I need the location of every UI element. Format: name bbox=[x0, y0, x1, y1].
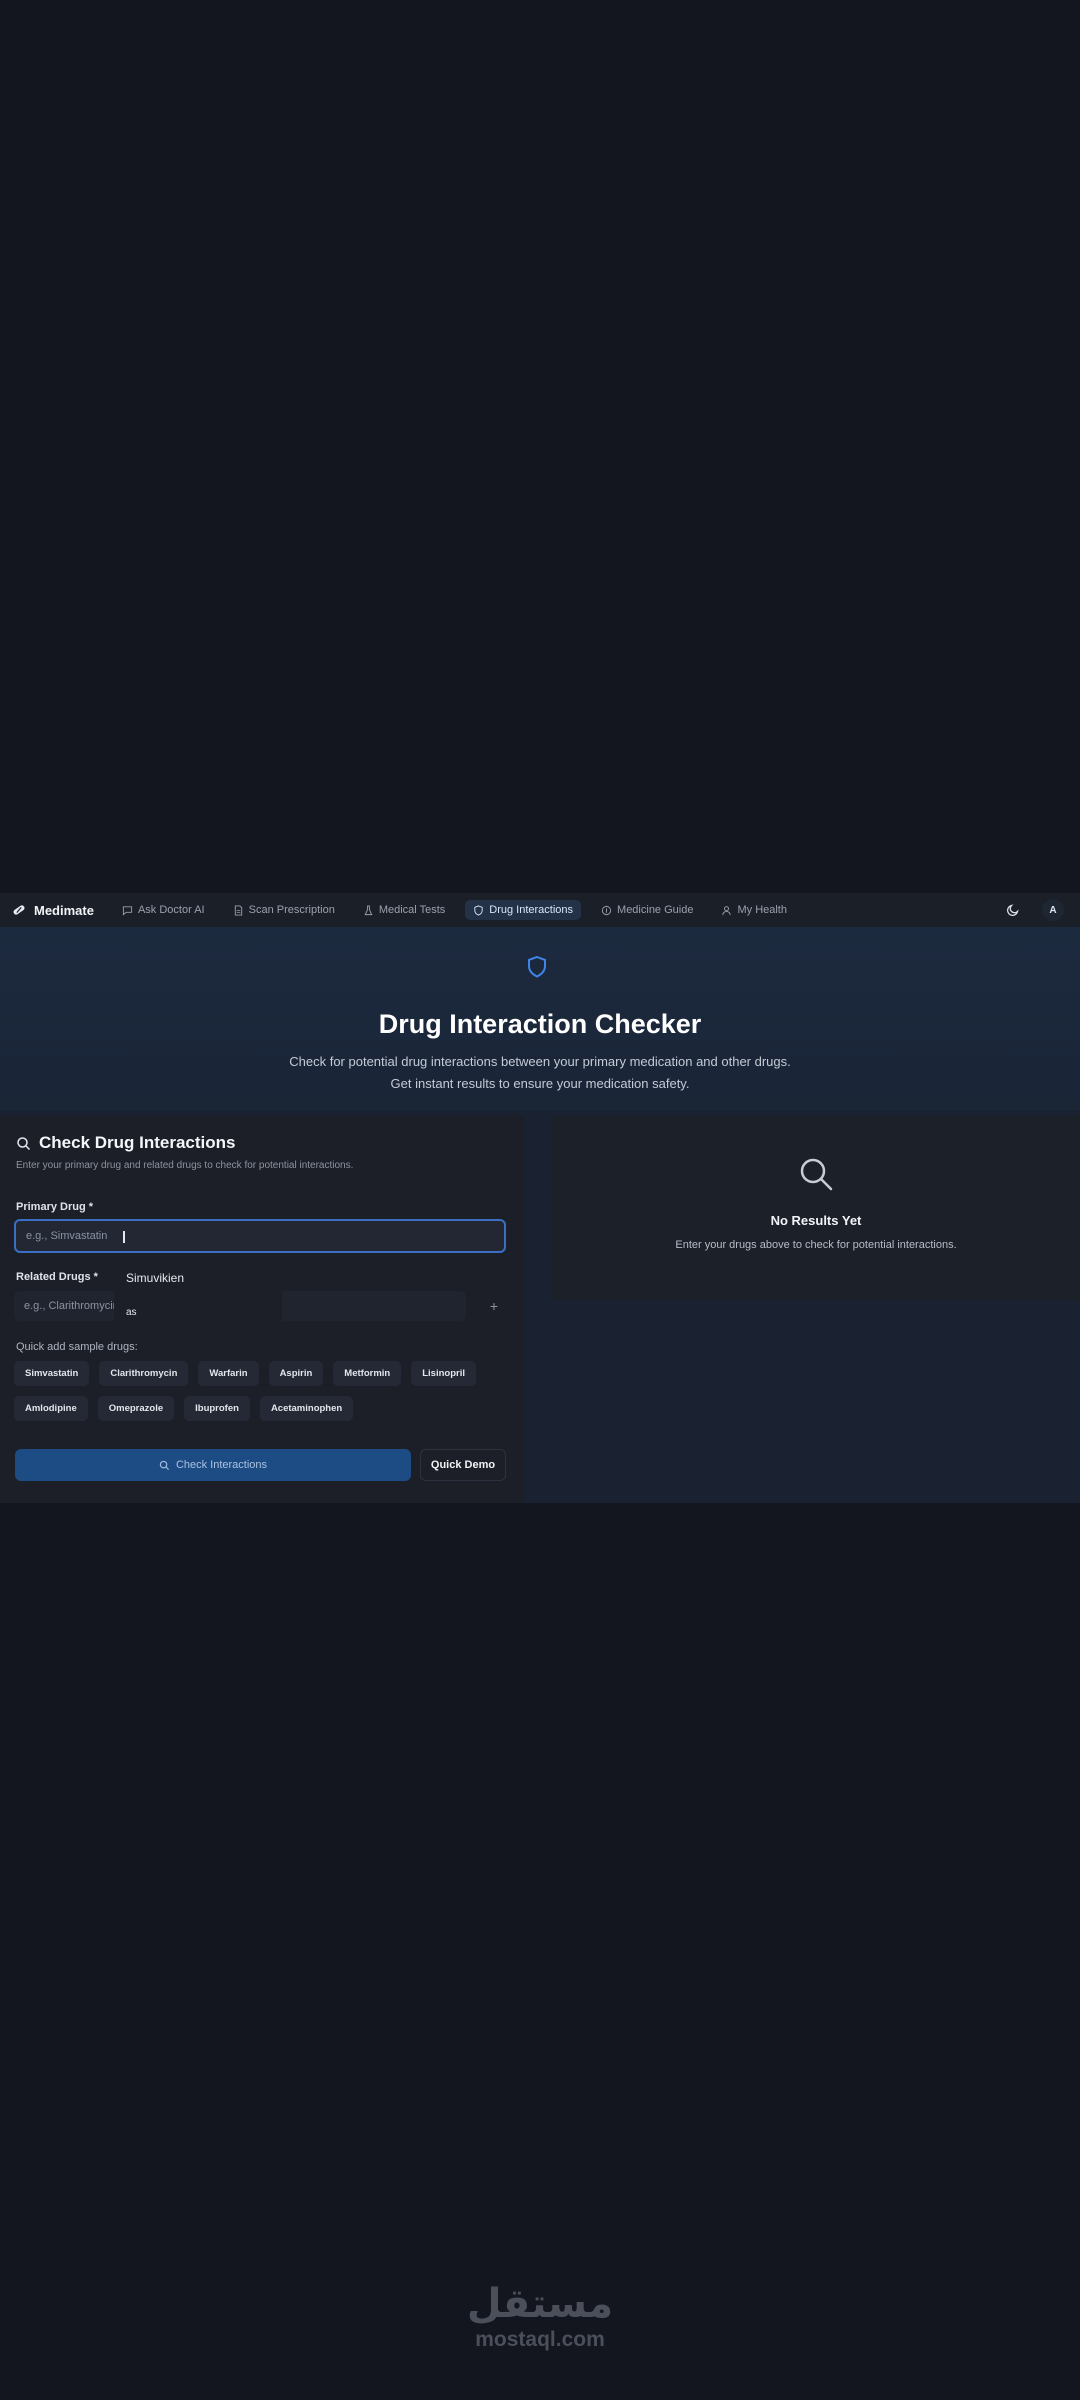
sample-drug-chip[interactable]: Metformin bbox=[333, 1361, 402, 1386]
add-related-drug-button[interactable]: + bbox=[480, 1291, 508, 1321]
avatar[interactable]: A bbox=[1042, 899, 1064, 921]
shield-icon bbox=[528, 955, 546, 978]
nav-ask-doctor[interactable]: Ask Doctor AI bbox=[114, 900, 213, 920]
nav-ask-doctor-label: Ask Doctor AI bbox=[137, 904, 205, 916]
autocomplete-item[interactable]: as bbox=[126, 1307, 137, 1318]
search-icon bbox=[159, 1460, 169, 1470]
watermark-latin: mostaql.com bbox=[475, 2328, 605, 2351]
nav-medicine-guide-label: Medicine Guide bbox=[617, 904, 694, 916]
nav-drug-interactions-label: Drug Interactions bbox=[489, 904, 574, 916]
pill-icon bbox=[601, 905, 612, 915]
sample-drug-chip[interactable]: Clarithromycin bbox=[99, 1361, 189, 1386]
check-form-card: Check Drug Interactions Enter your prima… bbox=[0, 1115, 524, 1503]
brand[interactable]: Medimate bbox=[12, 903, 94, 918]
nav-medicine-guide[interactable]: Medicine Guide bbox=[593, 900, 701, 920]
check-interactions-button[interactable]: Check Interactions bbox=[15, 1449, 411, 1481]
sample-drug-chip[interactable]: Warfarin bbox=[198, 1361, 259, 1386]
nav-my-health-label: My Health bbox=[737, 904, 787, 916]
form-title-text: Check Drug Interactions bbox=[39, 1133, 236, 1152]
primary-drug-label: Primary Drug * bbox=[16, 1201, 94, 1213]
form-description: Enter your primary drug and related drug… bbox=[16, 1160, 354, 1171]
related-drugs-placeholder: e.g., Clarithromycin bbox=[24, 1300, 119, 1312]
nav-drug-interactions[interactable]: Drug Interactions bbox=[465, 900, 582, 920]
subtitle-line-2: Get instant results to ensure your medic… bbox=[390, 1076, 690, 1091]
primary-drug-input[interactable]: e.g., Simvastatin bbox=[14, 1219, 506, 1253]
results-card: No Results Yet Enter your drugs above to… bbox=[552, 1115, 1080, 1301]
shield-icon bbox=[474, 904, 483, 916]
sample-drug-chips: Simvastatin Clarithromycin Warfarin Aspi… bbox=[14, 1361, 514, 1421]
nav-scan-prescription-label: Scan Prescription bbox=[248, 904, 335, 916]
sample-drug-chip[interactable]: Omeprazole bbox=[97, 1396, 175, 1421]
top-nav: Medimate Ask Doctor AI Scan Prescription… bbox=[0, 893, 1080, 927]
autocomplete-item[interactable]: Simuvikien bbox=[126, 1271, 184, 1285]
subtitle-line-1: Check for potential drug interactions be… bbox=[289, 1054, 791, 1069]
primary-drug-placeholder: e.g., Simvastatin bbox=[26, 1230, 108, 1242]
sample-drug-chip[interactable]: Amlodipine bbox=[14, 1396, 88, 1421]
sample-drug-chip[interactable]: Ibuprofen bbox=[184, 1396, 250, 1421]
results-title: No Results Yet bbox=[770, 1213, 862, 1228]
nav-medical-tests[interactable]: Medical Tests bbox=[355, 900, 453, 920]
form-title: Check Drug Interactions bbox=[16, 1133, 236, 1153]
nav-medical-tests-label: Medical Tests bbox=[378, 904, 446, 916]
quick-demo-button[interactable]: Quick Demo bbox=[420, 1449, 506, 1481]
text-cursor-icon bbox=[123, 1231, 125, 1243]
sample-drug-chip[interactable]: Aspirin bbox=[268, 1361, 324, 1386]
sample-drug-chip[interactable]: Simvastatin bbox=[14, 1361, 90, 1386]
related-drugs-label: Related Drugs * bbox=[16, 1271, 98, 1283]
hero-section: Drug Interaction Checker Check for poten… bbox=[0, 927, 1080, 1111]
nav-my-health[interactable]: My Health bbox=[713, 900, 795, 920]
sample-drug-chip[interactable]: Lisinopril bbox=[411, 1361, 476, 1386]
chat-icon bbox=[122, 905, 133, 916]
flask-icon bbox=[364, 904, 373, 915]
page-subtitle: Check for potential drug interactions be… bbox=[0, 1051, 1080, 1095]
document-icon bbox=[234, 904, 242, 916]
moon-icon[interactable] bbox=[1006, 903, 1020, 917]
watermark: مستقل mostaql.com bbox=[0, 2282, 1080, 2352]
results-description: Enter your drugs above to check for pote… bbox=[675, 1239, 957, 1251]
sample-drug-chip[interactable]: Acetaminophen bbox=[259, 1396, 354, 1421]
search-icon bbox=[800, 1158, 833, 1191]
quick-add-label: Quick add sample drugs: bbox=[16, 1341, 138, 1353]
nav-scan-prescription[interactable]: Scan Prescription bbox=[225, 900, 343, 920]
nav-right: A bbox=[1006, 899, 1068, 921]
app-window: Medimate Ask Doctor AI Scan Prescription… bbox=[0, 893, 1080, 1503]
watermark-arabic: مستقل bbox=[466, 2281, 614, 2327]
search-icon bbox=[17, 1136, 31, 1150]
brand-name: Medimate bbox=[34, 902, 94, 918]
autocomplete-dropdown bbox=[114, 1291, 282, 1321]
pill-logo-icon bbox=[13, 905, 25, 915]
related-drugs-input[interactable]: e.g., Clarithromycin bbox=[14, 1291, 466, 1321]
check-interactions-label: Check Interactions bbox=[175, 1459, 268, 1471]
user-icon bbox=[722, 905, 732, 915]
page-title: Drug Interaction Checker bbox=[378, 1009, 702, 1039]
